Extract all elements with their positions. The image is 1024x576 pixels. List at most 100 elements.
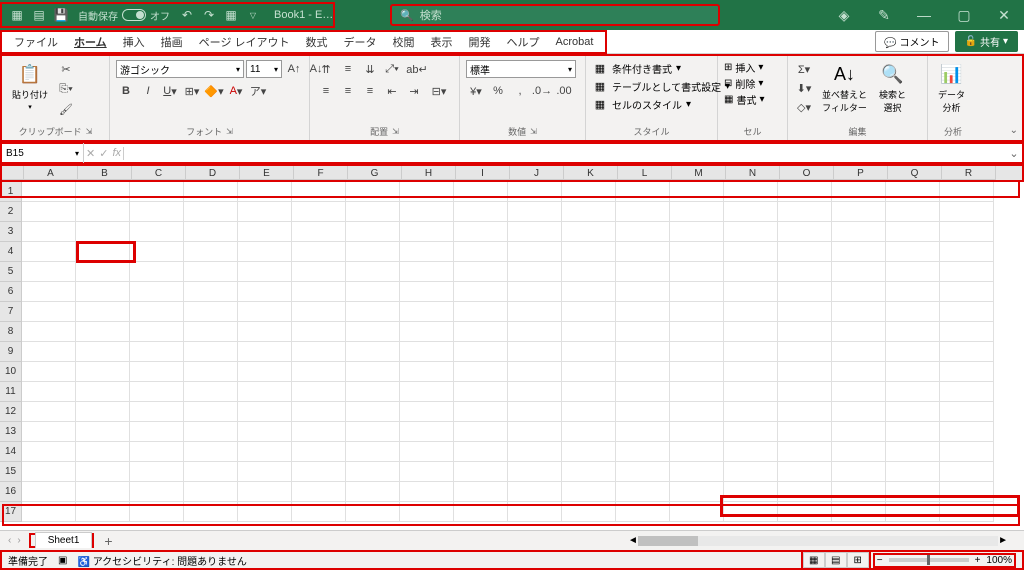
cell[interactable] [724, 222, 778, 242]
cell[interactable] [238, 282, 292, 302]
cell[interactable] [130, 182, 184, 202]
cell[interactable] [400, 242, 454, 262]
cell[interactable] [562, 442, 616, 462]
cell[interactable] [886, 322, 940, 342]
cell[interactable] [616, 202, 670, 222]
cell[interactable] [724, 262, 778, 282]
cell[interactable] [562, 502, 616, 522]
cell[interactable] [22, 222, 76, 242]
cell[interactable] [778, 302, 832, 322]
cell[interactable] [778, 222, 832, 242]
cell[interactable] [346, 262, 400, 282]
grow-font-button[interactable]: A↑ [284, 60, 304, 78]
cell[interactable] [940, 282, 994, 302]
cell[interactable] [184, 302, 238, 322]
cell[interactable] [400, 382, 454, 402]
cell[interactable] [724, 462, 778, 482]
menu-home[interactable]: ホーム [66, 34, 115, 50]
cell[interactable] [400, 262, 454, 282]
cell[interactable] [184, 262, 238, 282]
cell[interactable] [508, 202, 562, 222]
cell[interactable] [22, 442, 76, 462]
cell[interactable] [400, 222, 454, 242]
cell[interactable] [616, 442, 670, 462]
insert-cells-button[interactable]: ⊞挿入 ▾ [724, 60, 763, 75]
cell[interactable] [22, 202, 76, 222]
cell[interactable] [454, 422, 508, 442]
cell[interactable] [346, 182, 400, 202]
cell[interactable] [832, 342, 886, 362]
cell[interactable] [22, 182, 76, 202]
col-header[interactable]: M [672, 166, 726, 180]
cell[interactable] [76, 382, 130, 402]
data-analysis-button[interactable]: 📊データ 分析 [934, 60, 969, 116]
cell[interactable] [400, 442, 454, 462]
cell[interactable] [130, 422, 184, 442]
menu-review[interactable]: 校閲 [385, 34, 423, 50]
cell[interactable] [238, 222, 292, 242]
currency-button[interactable]: ¥▾ [466, 82, 486, 100]
cell[interactable] [940, 422, 994, 442]
cell[interactable] [778, 502, 832, 522]
cell[interactable] [940, 482, 994, 502]
col-header[interactable]: J [510, 166, 564, 180]
fill-color-button[interactable]: 🔶▾ [204, 82, 224, 100]
format-cells-button[interactable]: ▦書式 ▾ [724, 92, 764, 107]
cell[interactable] [346, 382, 400, 402]
cell[interactable] [292, 322, 346, 342]
cell[interactable] [724, 302, 778, 322]
cell[interactable] [76, 462, 130, 482]
cell[interactable] [454, 402, 508, 422]
cell[interactable] [238, 482, 292, 502]
cell[interactable] [562, 482, 616, 502]
cell[interactable] [886, 502, 940, 522]
cell[interactable] [670, 382, 724, 402]
cell[interactable] [616, 322, 670, 342]
align-left-button[interactable]: ≡ [316, 82, 336, 100]
cell[interactable] [76, 362, 130, 382]
menu-help[interactable]: ヘルプ [499, 34, 548, 50]
cell[interactable] [292, 242, 346, 262]
cell[interactable] [400, 282, 454, 302]
accessibility-status[interactable]: ♿ アクセシビリティ: 問題ありません [77, 553, 246, 568]
cell[interactable] [724, 382, 778, 402]
col-header[interactable]: O [780, 166, 834, 180]
sheet-next-icon[interactable]: › [17, 535, 20, 546]
border-button[interactable]: ⊞▾ [182, 82, 202, 100]
cell[interactable] [940, 362, 994, 382]
cell[interactable] [454, 342, 508, 362]
cell[interactable] [454, 322, 508, 342]
cell[interactable] [454, 502, 508, 522]
cell[interactable] [184, 462, 238, 482]
cell[interactable] [508, 442, 562, 462]
cell[interactable] [670, 402, 724, 422]
italic-button[interactable]: I [138, 82, 158, 100]
cell[interactable] [454, 202, 508, 222]
cell[interactable] [76, 202, 130, 222]
zoom-out-button[interactable]: − [877, 555, 883, 566]
cell[interactable] [400, 462, 454, 482]
add-sheet-button[interactable]: + [94, 533, 122, 549]
conditional-format-button[interactable]: ▦条件付き書式 ▾ [592, 60, 681, 77]
cell[interactable] [346, 242, 400, 262]
cell[interactable] [562, 242, 616, 262]
cell[interactable] [886, 242, 940, 262]
cell[interactable] [508, 242, 562, 262]
col-header[interactable]: K [564, 166, 618, 180]
cell[interactable] [292, 342, 346, 362]
cut-button[interactable]: ✂ [56, 60, 76, 78]
cell[interactable] [670, 342, 724, 362]
cell[interactable] [940, 322, 994, 342]
phonetic-button[interactable]: ア▾ [248, 82, 268, 100]
cell[interactable] [454, 462, 508, 482]
cell[interactable] [292, 282, 346, 302]
menu-file[interactable]: ファイル [6, 34, 66, 50]
cell[interactable] [670, 262, 724, 282]
cell[interactable] [724, 442, 778, 462]
cell[interactable] [670, 422, 724, 442]
bold-button[interactable]: B [116, 82, 136, 100]
menu-view[interactable]: 表示 [423, 34, 461, 50]
cell[interactable] [724, 282, 778, 302]
cell[interactable] [670, 202, 724, 222]
cell[interactable] [22, 402, 76, 422]
